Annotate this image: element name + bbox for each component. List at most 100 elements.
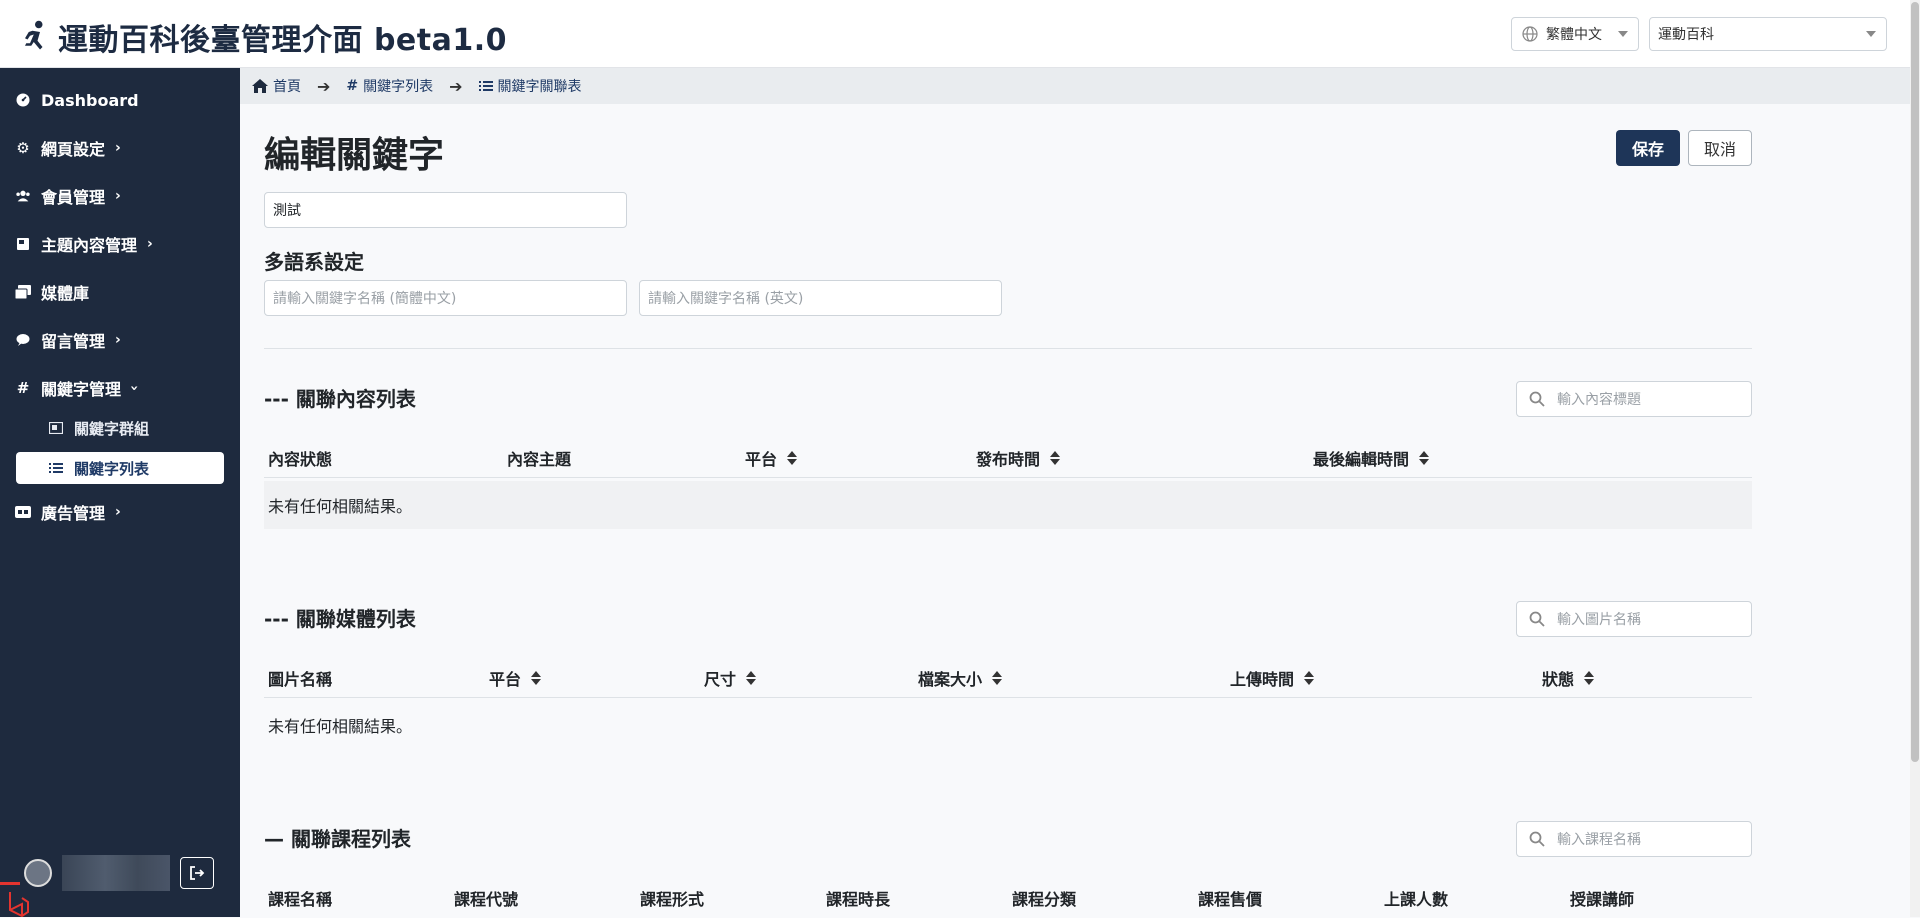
logout-button[interactable] (180, 857, 214, 889)
language-value: 繁體中文 (1546, 27, 1602, 43)
breadcrumb-home[interactable]: 首頁 (252, 76, 301, 96)
column-header[interactable]: 上課人數 (1384, 878, 1448, 918)
sort-icon[interactable] (1419, 451, 1430, 465)
sidebar-item-comments[interactable]: 留言管理 › (0, 320, 240, 360)
breadcrumb-keyword-relation-label: 關鍵字關聯表 (497, 79, 582, 95)
content-search-input[interactable]: 輸入內容標題 (1516, 381, 1752, 417)
chevron-right-icon: › (147, 236, 153, 252)
keyword-name-input[interactable]: 測試 (264, 192, 627, 228)
book-icon (15, 236, 31, 252)
course-section-title: — 關聯課程列表 (264, 827, 411, 851)
image-group-icon (48, 420, 64, 436)
scrollbar-thumb[interactable] (1911, 2, 1919, 762)
media-search-placeholder: 輸入圖片名稱 (1557, 612, 1641, 628)
page-title: 編輯關鍵字 (264, 135, 445, 176)
column-header[interactable]: 尺寸 (704, 658, 757, 698)
sidebar-item-media[interactable]: 媒體庫 (0, 272, 240, 312)
sort-icon[interactable] (787, 451, 798, 465)
sort-icon[interactable] (1584, 671, 1595, 685)
column-header[interactable]: 平台 (489, 658, 542, 698)
breadcrumb-keyword-relation[interactable]: 關鍵字關聯表 (478, 76, 582, 96)
search-icon (1529, 391, 1545, 407)
course-search-placeholder: 輸入課程名稱 (1557, 832, 1641, 848)
column-header[interactable]: 上傳時間 (1230, 658, 1315, 698)
column-header[interactable]: 發布時間 (976, 438, 1061, 478)
home-icon (252, 79, 268, 93)
brand[interactable]: 運動百科後臺管理介面 beta1.0 (20, 15, 507, 59)
column-header[interactable]: 最後編輯時間 (1313, 438, 1430, 478)
column-header[interactable]: 狀態 (1542, 658, 1595, 698)
column-header[interactable]: 課程名稱 (268, 878, 332, 918)
site-select[interactable]: 運動百科 (1649, 17, 1887, 51)
keyword-name-en-input[interactable]: 請輸入關鍵字名稱 (英文) (639, 280, 1002, 316)
language-select[interactable]: 繁體中文 (1511, 17, 1639, 51)
sort-icon[interactable] (992, 671, 1003, 685)
column-header[interactable]: 課程售價 (1198, 878, 1262, 918)
column-header[interactable]: 檔案大小 (918, 658, 1003, 698)
column-header[interactable]: 平台 (745, 438, 798, 478)
sidebar-subitem-keyword-list[interactable]: 關鍵字列表 (16, 452, 224, 484)
chevron-right-icon: › (115, 188, 121, 204)
sort-icon[interactable] (1304, 671, 1315, 685)
sidebar-item-members[interactable]: 會員管理 › (0, 176, 240, 216)
breadcrumb-home-label: 首頁 (273, 79, 301, 95)
sidebar-item-label: 留言管理 (41, 332, 106, 351)
sort-icon[interactable] (1050, 451, 1061, 465)
column-header[interactable]: 授課講師 (1570, 878, 1634, 918)
media-search-input[interactable]: 輸入圖片名稱 (1516, 601, 1752, 637)
sidebar-item-label: 網頁設定 (41, 140, 106, 159)
column-header[interactable]: 課程形式 (640, 878, 704, 918)
laravel-logo-icon (0, 882, 29, 917)
save-button[interactable]: 保存 (1616, 130, 1680, 166)
sidebar-item-label: Dashboard (41, 90, 139, 110)
column-header[interactable]: 課程分類 (1012, 878, 1076, 918)
content-table-header: 內容狀態 內容主題 平台 發布時間 最後編輯時間 (264, 438, 1752, 478)
sign-out-icon (190, 866, 205, 880)
sidebar: Dashboard ⚙ 網頁設定 › 會員管理 › 主題內容管理 › 媒體庫 留… (0, 68, 240, 917)
empty-result-row: 未有任何相關結果。 (264, 481, 1752, 529)
sidebar-item-web-settings[interactable]: ⚙ 網頁設定 › (0, 128, 240, 168)
multilang-title: 多語系設定 (264, 250, 364, 274)
running-person-icon (25, 20, 43, 50)
globe-icon (1522, 26, 1538, 42)
sidebar-subitem-keyword-groups[interactable]: 關鍵字群組 (16, 412, 224, 444)
sidebar-subitem-label: 關鍵字列表 (74, 459, 150, 478)
sidebar-item-content[interactable]: 主題內容管理 › (0, 224, 240, 264)
top-header: 運動百科後臺管理介面 beta1.0 繁體中文 運動百科 (0, 0, 1910, 68)
column-header[interactable]: 圖片名稱 (268, 658, 332, 698)
sidebar-item-dashboard[interactable]: Dashboard (0, 80, 240, 120)
column-header[interactable]: 課程時長 (826, 878, 890, 918)
search-icon (1529, 611, 1545, 627)
list-icon (48, 460, 64, 476)
chevron-right-icon: › (115, 140, 121, 156)
hashtag-icon: # (346, 78, 359, 94)
media-section-title: --- 關聯媒體列表 (264, 607, 416, 631)
cancel-button[interactable]: 取消 (1688, 130, 1752, 166)
sidebar-item-ads[interactable]: 廣告管理 › (0, 492, 240, 532)
app-title: 運動百科後臺管理介面 beta1.0 (58, 23, 507, 58)
breadcrumb-keyword-list[interactable]: # 關鍵字列表 (346, 76, 433, 96)
list-icon (478, 81, 493, 91)
sort-icon[interactable] (531, 671, 542, 685)
course-table-header: 課程名稱 課程代號 課程形式 課程時長 課程分類 課程售價 上課人數 授課講師 (264, 878, 1752, 918)
breadcrumb-keyword-list-label: 關鍵字列表 (363, 79, 434, 95)
keyword-name-sc-input[interactable]: 請輸入關鍵字名稱 (簡體中文) (264, 280, 627, 316)
column-header[interactable]: 課程代號 (454, 878, 518, 918)
column-header[interactable]: 內容狀態 (268, 438, 332, 478)
sidebar-item-keywords[interactable]: # 關鍵字管理 › (0, 368, 240, 408)
sidebar-item-label: 廣告管理 (41, 504, 106, 523)
chevron-right-icon: › (115, 332, 121, 348)
chevron-down-icon: › (125, 385, 142, 391)
site-value: 運動百科 (1658, 27, 1714, 43)
divider (264, 348, 1752, 349)
column-header[interactable]: 內容主題 (507, 438, 571, 478)
sidebar-item-label: 媒體庫 (41, 284, 90, 303)
sidebar-item-label: 會員管理 (41, 188, 106, 207)
course-search-input[interactable]: 輸入課程名稱 (1516, 821, 1752, 857)
search-icon (1529, 831, 1545, 847)
sort-icon[interactable] (746, 671, 757, 685)
ad-icon (15, 504, 31, 520)
empty-result-row: 未有任何相關結果。 (268, 717, 413, 736)
scrollbar[interactable] (1910, 0, 1920, 917)
arrow-right-icon: ➔ (317, 76, 331, 96)
